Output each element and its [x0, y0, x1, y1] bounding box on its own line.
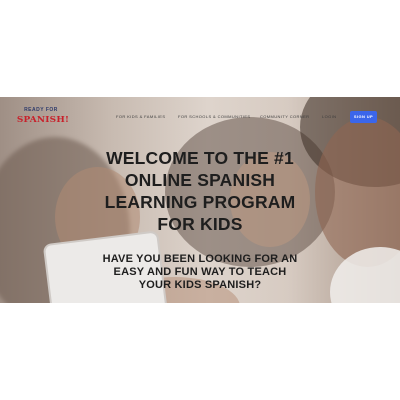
nav-item-schools-communities[interactable]: FOR SCHOOLS & COMMUNITIES — [178, 114, 250, 119]
top-whitespace — [0, 0, 400, 97]
bottom-whitespace — [0, 303, 400, 400]
brand-logo-tagline: READY FOR — [24, 107, 58, 113]
brand-logo-wordmark: SPANISH! — [16, 115, 70, 125]
nav-item-login[interactable]: LOGIN — [322, 114, 336, 119]
nav-item-kids-families[interactable]: FOR KIDS & FAMILIES — [116, 114, 165, 119]
nav-item-community-corner[interactable]: COMMUNITY CORNER — [260, 114, 309, 119]
brand-logo[interactable]: READY FOR SPANISH! — [16, 107, 70, 133]
hero-headline: WELCOME TO THE #1 ONLINE SPANISH LEARNIN… — [104, 148, 296, 234]
hero-subheadline: HAVE YOU BEEN LOOKING FOR AN EASY AND FU… — [102, 253, 298, 291]
top-navbar: READY FOR SPANISH! FOR KIDS & FAMILIES F… — [0, 97, 400, 141]
signup-button[interactable]: SIGN UP — [350, 111, 377, 123]
